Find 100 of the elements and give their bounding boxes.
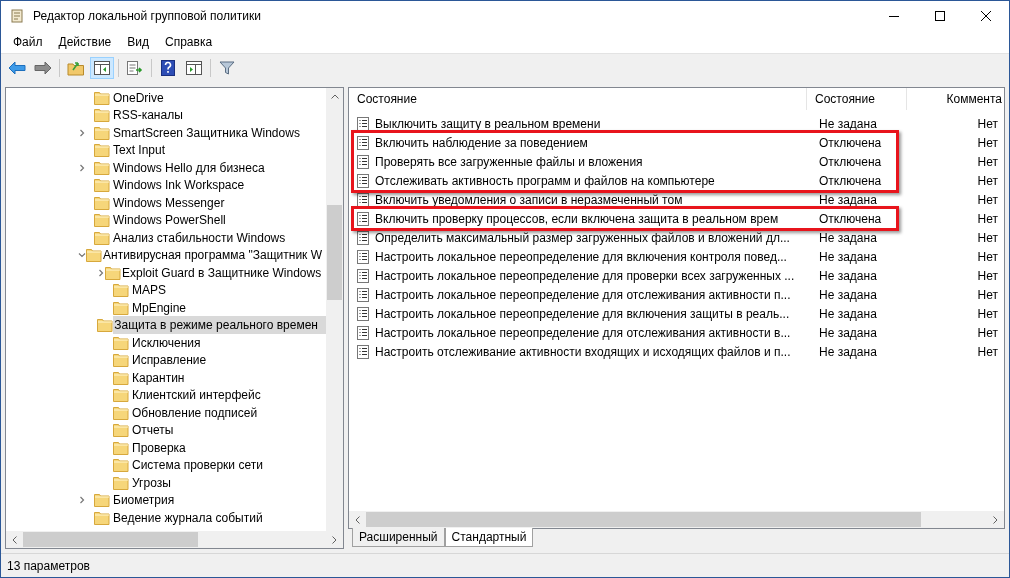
tree-item[interactable]: SmartScreen Защитника Windows (112, 123, 308, 142)
tree-item[interactable]: Windows Messenger (112, 193, 233, 212)
tree-item[interactable]: Клиентский интерфейс (131, 386, 269, 405)
state-cell-text: Не задана (818, 343, 878, 361)
policy-name[interactable]: Настроить локальное переопределение для отслеживания активности п... (375, 285, 791, 304)
policy-icon (357, 116, 369, 131)
state-cell-text: Не задана (818, 324, 878, 342)
tree-item[interactable]: Exploit Guard в Защитнике Windows (121, 263, 326, 282)
menu-item[interactable]: Справка (159, 33, 219, 51)
folder-icon (94, 125, 110, 140)
folder-icon (113, 335, 129, 350)
folder-arrow-icon (67, 59, 85, 76)
horizontal-scrollbar[interactable] (6, 531, 343, 548)
folder-icon (94, 213, 110, 228)
tree-item[interactable]: Защита в режиме реального времен (113, 316, 326, 335)
tree-item[interactable]: Windows PowerShell (112, 211, 234, 230)
comment-cell-text: Нет (976, 286, 999, 304)
chevron-right-icon[interactable] (97, 268, 105, 277)
folder-icon (113, 405, 129, 420)
folder-icon (94, 160, 110, 175)
state-cell-text: Отключена (818, 210, 883, 228)
state-cell-text: Не задана (818, 248, 878, 266)
tree-item[interactable]: Windows Ink Workspace (112, 176, 253, 195)
folder-icon (113, 458, 129, 473)
scroll-right-icon[interactable] (332, 535, 337, 544)
tree-item[interactable]: RSS-каналы (112, 106, 191, 125)
tree-item[interactable]: Исключения (131, 333, 209, 352)
policy-name[interactable]: Настроить локальное переопределение для включения защиты в реаль... (375, 304, 790, 323)
menu-item[interactable]: Действие (52, 33, 118, 51)
tree-item[interactable]: Отчеты (131, 421, 182, 440)
tree-item[interactable]: Ведение журнала событий (112, 508, 271, 527)
scrollbar-thumb[interactable] (327, 205, 342, 300)
chevron-right-icon[interactable] (78, 163, 86, 172)
policy-name[interactable]: Отслеживать активность программ и файлов на компьютере (375, 171, 715, 190)
chevron-right-icon[interactable] (78, 496, 86, 505)
tree-item[interactable]: OneDrive (112, 88, 172, 107)
menu-item[interactable]: Вид (121, 33, 155, 51)
policy-icon (357, 325, 369, 340)
chevron-down-icon[interactable] (78, 251, 86, 260)
maximize-icon (935, 11, 945, 21)
chevron-right-icon[interactable] (78, 128, 86, 137)
policy-icon (357, 287, 369, 302)
policy-name[interactable]: Настроить локальное переопределение для проверки всех загруженных ... (375, 266, 795, 285)
scrollbar-thumb[interactable] (23, 532, 198, 547)
scroll-left-icon[interactable] (12, 535, 17, 544)
policy-name[interactable]: Настроить отслеживание активности входящих и исходящих файлов и п... (375, 342, 791, 361)
status-text: 13 параметров (7, 557, 90, 575)
menu-item[interactable]: Файл (7, 33, 49, 51)
column-header[interactable]: Коммента (907, 88, 1004, 110)
policy-name[interactable]: Настроить локальное переопределение для включения контроля повед... (375, 247, 787, 266)
folder-icon (94, 178, 110, 193)
policy-name[interactable]: Настроить локальное переопределение для отслеживания активности в... (375, 323, 791, 342)
folder-icon (113, 388, 129, 403)
folder-icon (94, 510, 110, 525)
folder-icon (113, 283, 129, 298)
scroll-up-icon[interactable] (330, 94, 339, 99)
policy-name[interactable]: Проверять все загруженные файлы и вложения (375, 152, 643, 171)
scroll-icon (9, 8, 25, 24)
scroll-right-icon[interactable] (993, 515, 998, 524)
policy-name[interactable]: Выключить защиту в реальном времени (375, 114, 601, 133)
column-header[interactable]: Состояние (807, 88, 907, 110)
folder-icon (94, 143, 110, 158)
tree-item[interactable]: Text Input (112, 141, 174, 160)
tree-item[interactable]: Антивирусная программа "Защитник W (102, 246, 326, 265)
scroll-left-icon[interactable] (355, 515, 360, 524)
comment-cell-text: Нет (976, 229, 999, 247)
show-hide-tree-button[interactable] (90, 56, 114, 79)
folder-icon (105, 265, 121, 280)
panel-icon (94, 60, 110, 75)
vertical-scrollbar[interactable] (326, 88, 343, 531)
scrollbar-thumb[interactable] (366, 512, 921, 527)
tree-item[interactable]: MpEngine (131, 298, 195, 317)
policy-name[interactable]: Определить максимальный размер загруженных файлов и вложений дл... (375, 228, 790, 247)
policy-name[interactable]: Включить проверку процессов, если включена защита в реальном врем (375, 209, 779, 228)
comment-cell-text: Нет (976, 191, 999, 209)
policy-icon (357, 249, 369, 264)
tree-item[interactable]: MAPS (131, 281, 174, 300)
policy-name[interactable]: Включить наблюдение за поведением (375, 133, 588, 152)
folder-icon (113, 475, 129, 490)
tree-item[interactable]: Исправление (131, 351, 215, 370)
policy-name[interactable]: Включить уведомления о записи в неразмеченный том (375, 190, 683, 209)
tree-item[interactable]: Анализ стабильности Windows (112, 228, 294, 247)
folder-icon (113, 353, 129, 368)
state-cell-text: Отключена (818, 153, 883, 171)
policy-icon (357, 173, 369, 188)
view-tab[interactable]: Стандартный (444, 528, 534, 547)
horizontal-scrollbar[interactable] (349, 511, 1004, 528)
tree-item[interactable]: Угрозы (131, 473, 179, 492)
column-header[interactable]: Состояние (349, 88, 807, 110)
tree-item[interactable]: Биометрия (112, 491, 183, 510)
folder-icon (113, 300, 129, 315)
state-cell-text: Не задана (818, 229, 878, 247)
tree-item[interactable]: Обновление подписей (131, 403, 266, 422)
tree-item[interactable]: Система проверки сети (131, 456, 271, 475)
policy-icon (357, 268, 369, 283)
tree-item[interactable]: Карантин (131, 368, 193, 387)
view-tab[interactable]: Расширенный (352, 528, 445, 547)
tree-item[interactable]: Windows Hello для бизнеса (112, 158, 273, 177)
tree-item[interactable]: Проверка (131, 438, 194, 457)
comment-cell-text: Нет (976, 134, 999, 152)
